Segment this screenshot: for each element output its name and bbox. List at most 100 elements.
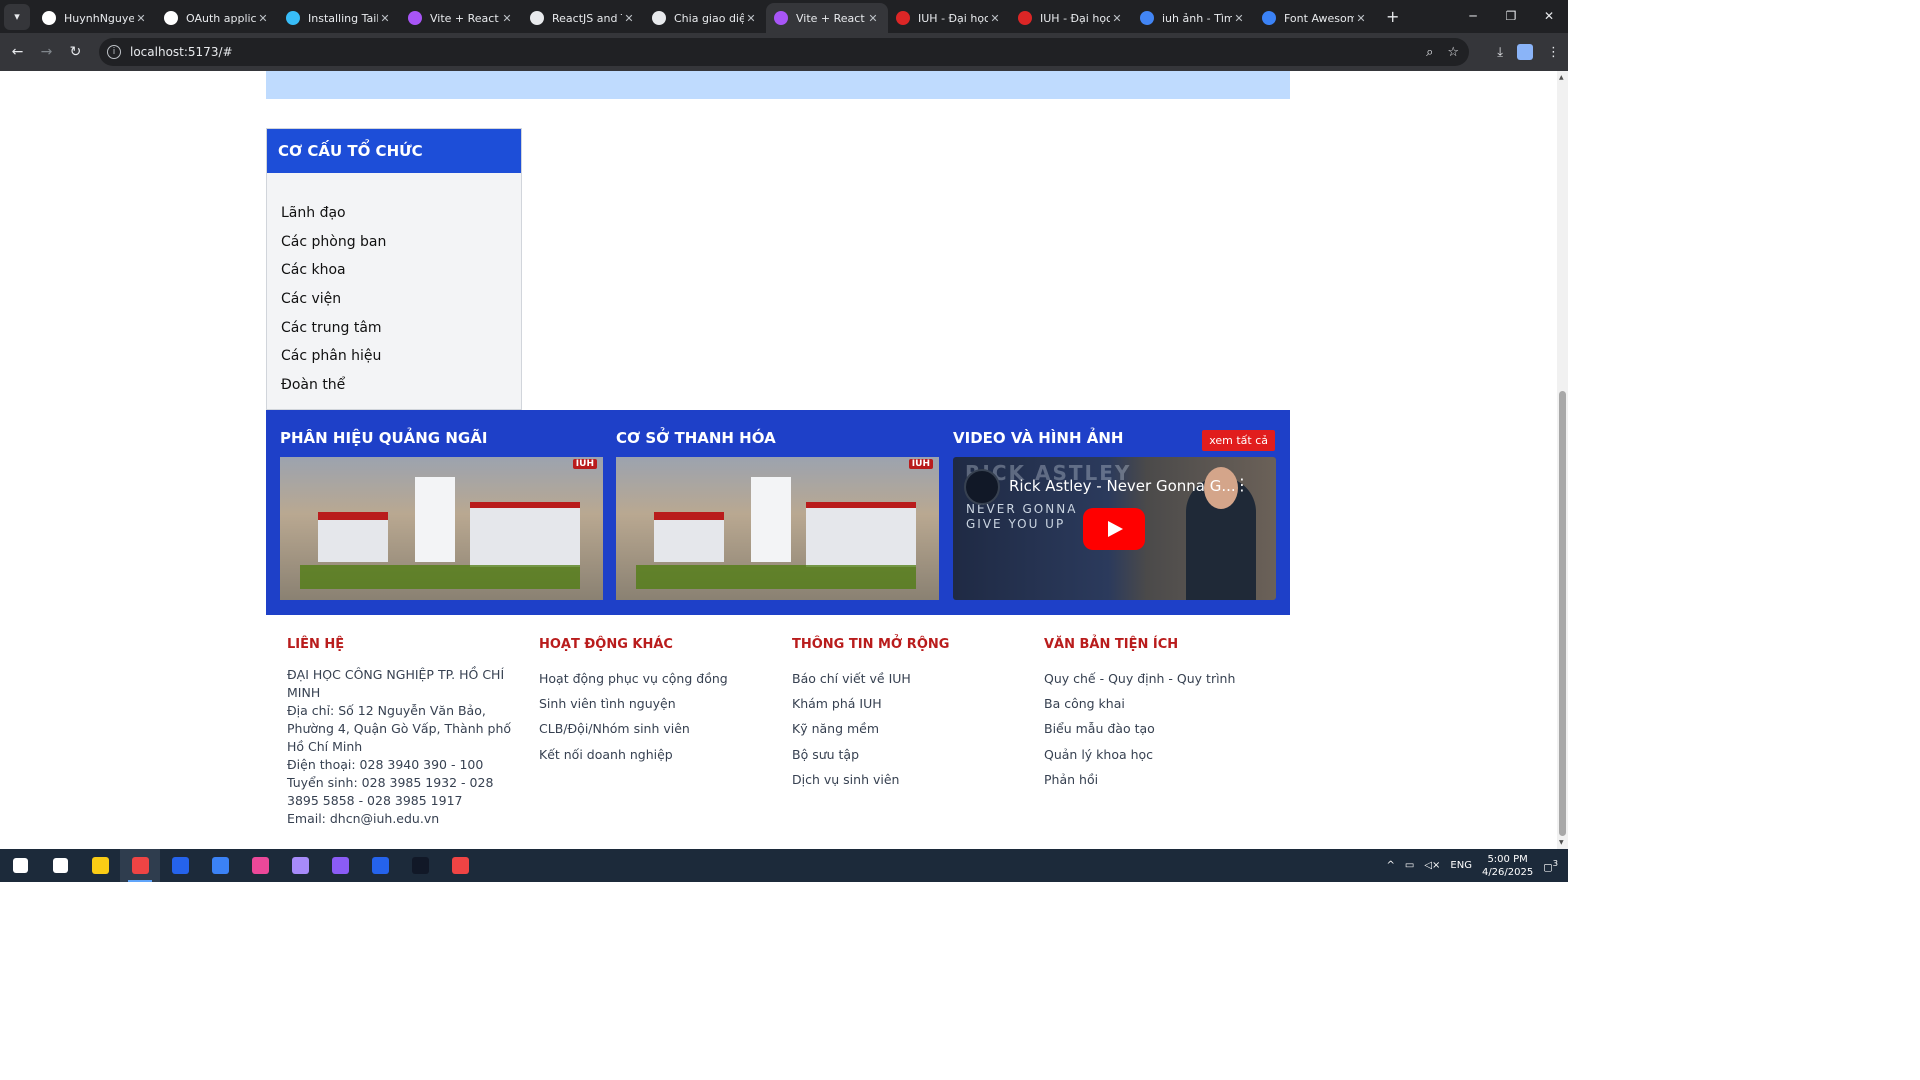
org-item[interactable]: Đoàn thể [281,371,521,400]
footer-link[interactable]: Kỹ năng mềm [792,716,949,741]
footer-link[interactable]: Sinh viên tình nguyện [539,691,728,716]
windows-start-icon[interactable] [0,849,40,882]
language-indicator[interactable]: ENG [1450,860,1472,871]
tab-close-icon[interactable]: ✕ [1354,12,1368,25]
tab-close-icon[interactable]: ✕ [256,12,270,25]
new-tab-button[interactable]: + [1386,7,1399,26]
vscode-icon[interactable] [200,849,240,882]
browser-tab[interactable]: Font Awesome✕ [1254,3,1376,33]
bookmark-star-icon[interactable]: ☆ [1447,45,1459,60]
org-item[interactable]: Các trung tâm [281,314,521,343]
video-title[interactable]: Rick Astley - Never Gonna G... [1009,477,1236,495]
tray-chevron-icon[interactable]: ^ [1386,860,1394,871]
thanh-hoa-image[interactable]: IUH [616,457,939,600]
tab-close-icon[interactable]: ✕ [744,12,758,25]
browser-tab[interactable]: HuynhNguyenKho✕ [34,3,156,33]
browser-tab[interactable]: ReactJS and Tailwind✕ [522,3,644,33]
footer: LIÊN HỆ ĐẠI HỌC CÔNG NGHIỆP TP. HỒ CHÍ M… [266,615,1290,849]
app-pink-icon[interactable] [240,849,280,882]
scrollbar-thumb[interactable] [1559,391,1566,836]
browser-tab[interactable]: IUH - Đại học Công✕ [1010,3,1132,33]
org-item[interactable]: Các phân hiệu [281,342,521,371]
app-red-icon[interactable] [440,849,480,882]
browser-tab[interactable]: Installing Tailwind✕ [278,3,400,33]
footer-link[interactable]: Khám phá IUH [792,691,949,716]
footer-link[interactable]: Kết nối doanh nghiệp [539,742,728,767]
search-icon[interactable] [40,849,80,882]
tab-close-icon[interactable]: ✕ [134,12,148,25]
app-striped-icon[interactable] [280,849,320,882]
terminal-icon[interactable] [400,849,440,882]
footer-link[interactable]: Báo chí viết về IUH [792,666,949,691]
visual-studio-icon[interactable] [320,849,360,882]
org-item[interactable]: Các khoa [281,256,521,285]
back-icon[interactable]: ← [3,44,32,60]
footer-link[interactable]: Hoạt động phục vụ cộng đồng [539,666,728,691]
footer-link[interactable]: Quản lý khoa học [1044,742,1235,767]
contact-line: Địa chỉ: Số 12 Nguyễn Văn Bảo, Phường 4,… [287,703,512,754]
notifications-icon[interactable]: ▢3 [1543,858,1558,873]
tab-close-icon[interactable]: ✕ [988,12,1002,25]
forward-icon[interactable]: → [32,44,61,60]
quang-ngai-image[interactable]: IUH [280,457,603,600]
browser-tab[interactable]: Vite + React ✕ [766,3,888,33]
powershell-icon[interactable] [360,849,400,882]
close-window-icon[interactable]: ✕ [1530,0,1568,33]
tab-close-icon[interactable]: ✕ [1232,12,1246,25]
scroll-down-icon[interactable]: ▼ [1559,839,1564,846]
footer-link[interactable]: Phản hồi [1044,767,1235,792]
youtube-play-icon[interactable] [1083,508,1145,550]
minimize-icon[interactable]: ─ [1454,0,1492,33]
browser-tab[interactable]: iuh ảnh - Tìm trên✕ [1132,3,1254,33]
url-text[interactable]: localhost:5173/# [130,45,233,59]
chrome-icon[interactable] [120,849,160,882]
network-icon[interactable]: ▭ [1405,860,1414,871]
footer-link[interactable]: Ba công khai [1044,691,1235,716]
site-info-icon[interactable]: i [107,45,121,59]
channel-avatar[interactable] [964,469,1000,505]
tab-close-icon[interactable]: ✕ [500,12,514,25]
footer-link[interactable]: CLB/Đội/Nhóm sinh viên [539,716,728,741]
tabs: HuynhNguyenKho✕OAuth applications✕Instal… [34,0,1376,33]
org-item[interactable]: Các phòng ban [281,228,521,257]
see-all-button[interactable]: xem tất cả [1202,430,1275,451]
reload-icon[interactable]: ↻ [61,44,90,60]
tab-close-icon[interactable]: ✕ [378,12,392,25]
tab-close-icon[interactable]: ✕ [866,12,880,25]
window-controls: ─ ❐ ✕ [1454,0,1568,33]
campus-media-band: PHÂN HIỆU QUẢNG NGÃI IUH CƠ SỞ THANH HÓA… [266,410,1290,615]
footer-link[interactable]: Quy chế - Quy định - Quy trình [1044,666,1235,691]
address-bar[interactable]: i localhost:5173/# ⌕ ☆ [99,38,1469,66]
menu-icon[interactable]: ⋮ [1547,45,1560,60]
footer-link[interactable]: Dịch vụ sinh viên [792,767,949,792]
activities-list: Hoạt động phục vụ cộng đồng Sinh viên tìn… [539,666,728,767]
footer-link[interactable]: Bộ sưu tập [792,742,949,767]
restore-icon[interactable]: ❐ [1492,0,1530,33]
clock[interactable]: 5:00 PM 4/26/2025 [1482,853,1533,879]
thanh-hoa-heading: CƠ SỞ THANH HÓA [616,429,776,447]
tab-search-button[interactable]: ▾ [4,3,30,30]
browser-tab[interactable]: OAuth applications✕ [156,3,278,33]
word-icon[interactable] [160,849,200,882]
video-more-icon[interactable]: ⋮ [1234,475,1250,494]
org-item[interactable]: Lãnh đạo [281,199,521,228]
browser-tab[interactable]: Chia giao diện✕ [644,3,766,33]
contact-line: Email: dhcn@iuh.edu.vn [287,811,440,826]
scroll-up-icon[interactable]: ▲ [1559,74,1564,81]
download-icon[interactable]: ⤓ [1497,45,1503,60]
system-tray: ^ ▭ ◁× ENG 5:00 PM 4/26/2025 ▢3 [1386,849,1568,882]
zoom-icon[interactable]: ⌕ [1426,45,1433,60]
footer-activities-heading: HOẠT ĐỘNG KHÁC [539,637,673,652]
extension-icon[interactable] [1517,44,1533,60]
browser-tab[interactable]: Vite + React ✕ [400,3,522,33]
volume-muted-icon[interactable]: ◁× [1424,860,1440,871]
browser-tab[interactable]: IUH - Đại học Công✕ [888,3,1010,33]
org-structure-title: CƠ CẤU TỔ CHỨC [267,129,521,173]
page-scrollbar[interactable]: ▲ ▼ [1557,71,1568,849]
file-explorer-icon[interactable] [80,849,120,882]
footer-link[interactable]: Biểu mẫu đào tạo [1044,716,1235,741]
youtube-embed[interactable]: RICK ASTLEY NEVER GONNA GIVE YOU UP Rick… [953,457,1276,600]
tab-close-icon[interactable]: ✕ [622,12,636,25]
org-item[interactable]: Các viện [281,285,521,314]
tab-close-icon[interactable]: ✕ [1110,12,1124,25]
